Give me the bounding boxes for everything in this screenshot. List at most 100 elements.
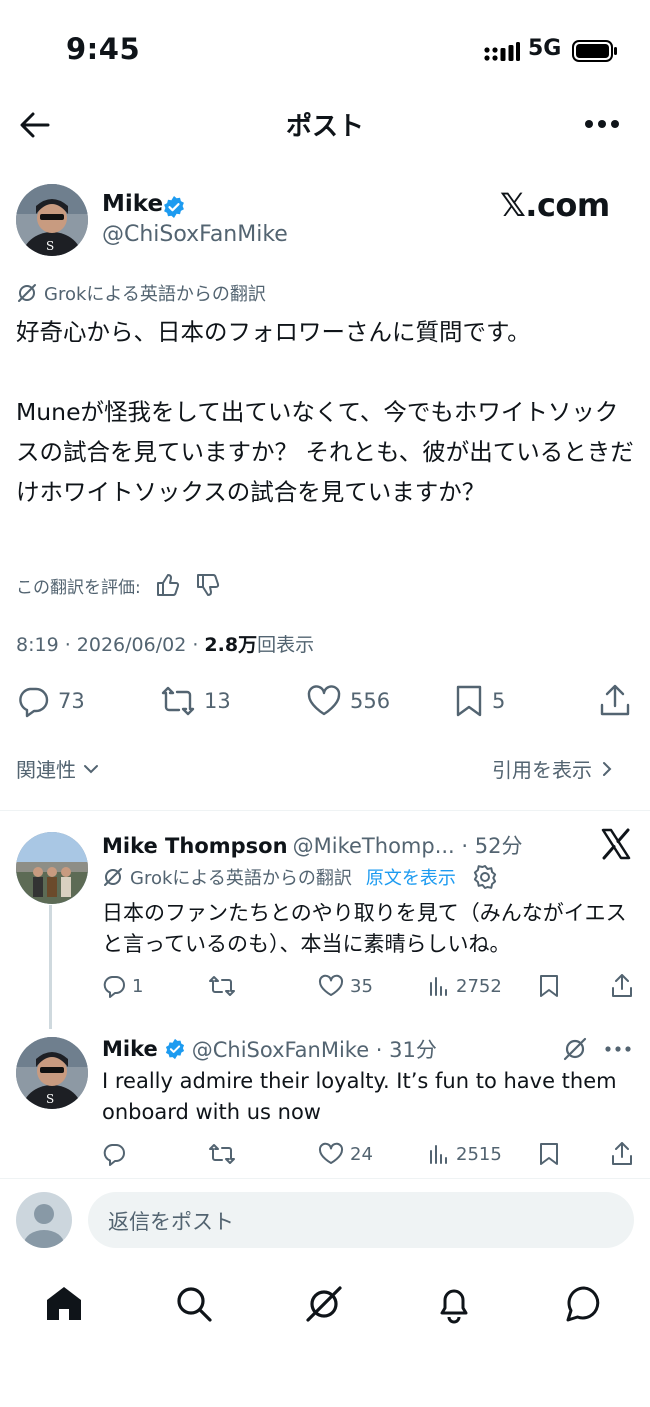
author-handle[interactable]: @ChiSoxFanMike xyxy=(102,222,288,247)
chevron-right-icon xyxy=(600,760,614,778)
post-text: 好奇心から、日本のフォロワーさんに質問です。 Muneが怪我をして出ていなくて、… xyxy=(16,318,634,506)
reply-translation-note: Grokによる英語からの翻訳 原文を表示 xyxy=(102,864,498,890)
reply-reply-count: 1 xyxy=(132,975,144,997)
bookmark-icon xyxy=(538,1142,560,1166)
messages-icon[interactable] xyxy=(564,1284,604,1324)
translation-note: Grokによる英語からの翻訳 xyxy=(16,280,266,306)
reply-reply-button[interactable]: 1 xyxy=(102,974,143,998)
repost-icon xyxy=(208,974,236,998)
reply-share-button[interactable] xyxy=(610,974,634,998)
reply-icon xyxy=(16,684,50,718)
thumbs-up-icon[interactable] xyxy=(155,572,181,598)
reply-share-button[interactable] xyxy=(610,1142,634,1166)
thread-line xyxy=(49,905,52,1029)
relevance-label: 関連性 xyxy=(16,758,76,782)
translation-note-text: Grokによる英語からの翻訳 xyxy=(44,284,266,305)
reply-bookmark-button[interactable] xyxy=(538,1142,560,1166)
reply-header: Mike Thompson @MikeThomp... · 52分 xyxy=(102,830,522,860)
more-options-icon[interactable] xyxy=(604,1044,632,1054)
home-icon[interactable] xyxy=(44,1284,84,1324)
bookmark-count: 5 xyxy=(492,689,506,713)
like-count: 556 xyxy=(350,689,391,713)
reply-icon xyxy=(102,1142,126,1166)
reply-view-count: 2515 xyxy=(456,1143,502,1165)
reply-avatar[interactable]: S xyxy=(16,1037,88,1109)
divider xyxy=(0,810,650,811)
views-count: 2.8万 xyxy=(204,634,258,656)
bookmark-icon xyxy=(454,684,484,718)
notifications-icon[interactable] xyxy=(434,1284,474,1324)
post-meta: 8:19 · 2026/06/02 · 2.8万回表示 xyxy=(16,630,314,657)
more-options-icon[interactable] xyxy=(584,118,620,130)
repost-icon xyxy=(160,684,196,718)
show-original-link[interactable]: 原文を表示 xyxy=(366,864,456,890)
share-icon xyxy=(610,974,634,998)
grok-icon[interactable] xyxy=(304,1284,344,1324)
share-icon xyxy=(598,684,632,718)
repost-icon xyxy=(208,1142,236,1166)
reply-translation-text: Grokによる英語からの翻訳 xyxy=(130,868,352,889)
reply-like-button[interactable]: 35 xyxy=(318,974,373,998)
search-icon[interactable] xyxy=(174,1284,214,1324)
repost-count: 13 xyxy=(204,689,231,713)
heart-icon xyxy=(318,974,344,998)
post-time: 8:19 · 2026/06/02 · xyxy=(16,634,205,656)
view-quotes-label: 引用を表示 xyxy=(492,758,592,782)
battery-icon xyxy=(572,40,618,62)
bookmark-icon xyxy=(538,974,560,998)
svg-text:S: S xyxy=(46,239,54,253)
reply-name[interactable]: Mike xyxy=(102,1037,158,1061)
analytics-icon xyxy=(428,1142,450,1166)
relevance-sort[interactable]: 関連性 xyxy=(16,754,100,783)
reply-view-count: 2752 xyxy=(456,975,502,997)
reply-icon xyxy=(102,974,126,998)
reply-views[interactable]: 2515 xyxy=(428,1142,502,1166)
author-avatar[interactable]: S xyxy=(16,184,88,256)
thumbs-down-icon[interactable] xyxy=(195,572,221,598)
share-button[interactable] xyxy=(598,684,632,718)
divider xyxy=(0,1178,650,1179)
xcom-watermark: 𝕏.com xyxy=(500,186,610,224)
analytics-icon xyxy=(428,974,450,998)
reply-repost-button[interactable] xyxy=(208,1142,236,1166)
reply-count: 73 xyxy=(58,689,85,713)
rate-label: この翻訳を評価: xyxy=(16,577,141,598)
reply-views[interactable]: 2752 xyxy=(428,974,502,998)
grok-icon xyxy=(16,282,38,304)
like-button[interactable]: 556 xyxy=(306,684,390,718)
reply-handle[interactable]: @ChiSoxFanMike · 31分 xyxy=(192,1034,437,1064)
reply-like-button[interactable]: 24 xyxy=(318,1142,373,1166)
grok-icon[interactable] xyxy=(562,1036,588,1062)
status-time: 9:45 xyxy=(66,32,141,66)
repost-button[interactable]: 13 xyxy=(160,684,231,718)
views-label: 回表示 xyxy=(257,634,315,656)
network-type: 5G xyxy=(528,36,562,61)
reply-repost-button[interactable] xyxy=(208,974,236,998)
my-avatar[interactable] xyxy=(16,1192,72,1248)
view-quotes-link[interactable]: 引用を表示 xyxy=(492,754,614,783)
verified-badge-icon xyxy=(164,1038,186,1060)
reply-placeholder: 返信をポスト xyxy=(108,1210,234,1234)
rate-translation: この翻訳を評価: xyxy=(16,572,221,598)
svg-text:S: S xyxy=(46,1092,54,1106)
reply-reply-button[interactable] xyxy=(102,1142,126,1166)
reply-avatar[interactable] xyxy=(16,832,88,904)
share-icon xyxy=(610,1142,634,1166)
reply-bookmark-button[interactable] xyxy=(538,974,560,998)
settings-gear-icon[interactable] xyxy=(472,864,498,890)
reply-handle[interactable]: @MikeThomp... · 52分 xyxy=(293,834,523,858)
heart-icon xyxy=(306,684,342,718)
reply-text: I really admire their loyalty. It’s fun … xyxy=(102,1069,617,1124)
reply-header: Mike @ChiSoxFanMike · 31分 xyxy=(102,1034,437,1064)
author-name[interactable]: Mike xyxy=(102,191,163,217)
reply-like-count: 24 xyxy=(350,1143,373,1165)
chevron-down-icon xyxy=(82,760,100,778)
page-title: ポスト xyxy=(285,112,364,142)
heart-icon xyxy=(318,1142,344,1166)
reply-button[interactable]: 73 xyxy=(16,684,85,718)
reply-text: 日本のファンたちとのやり取りを見て（みんながイエスと言っているのも）、本当に素晴… xyxy=(102,901,627,956)
reply-like-count: 35 xyxy=(350,975,373,997)
grok-icon xyxy=(102,866,124,888)
reply-name[interactable]: Mike Thompson xyxy=(102,834,288,858)
bookmark-button[interactable]: 5 xyxy=(454,684,505,718)
